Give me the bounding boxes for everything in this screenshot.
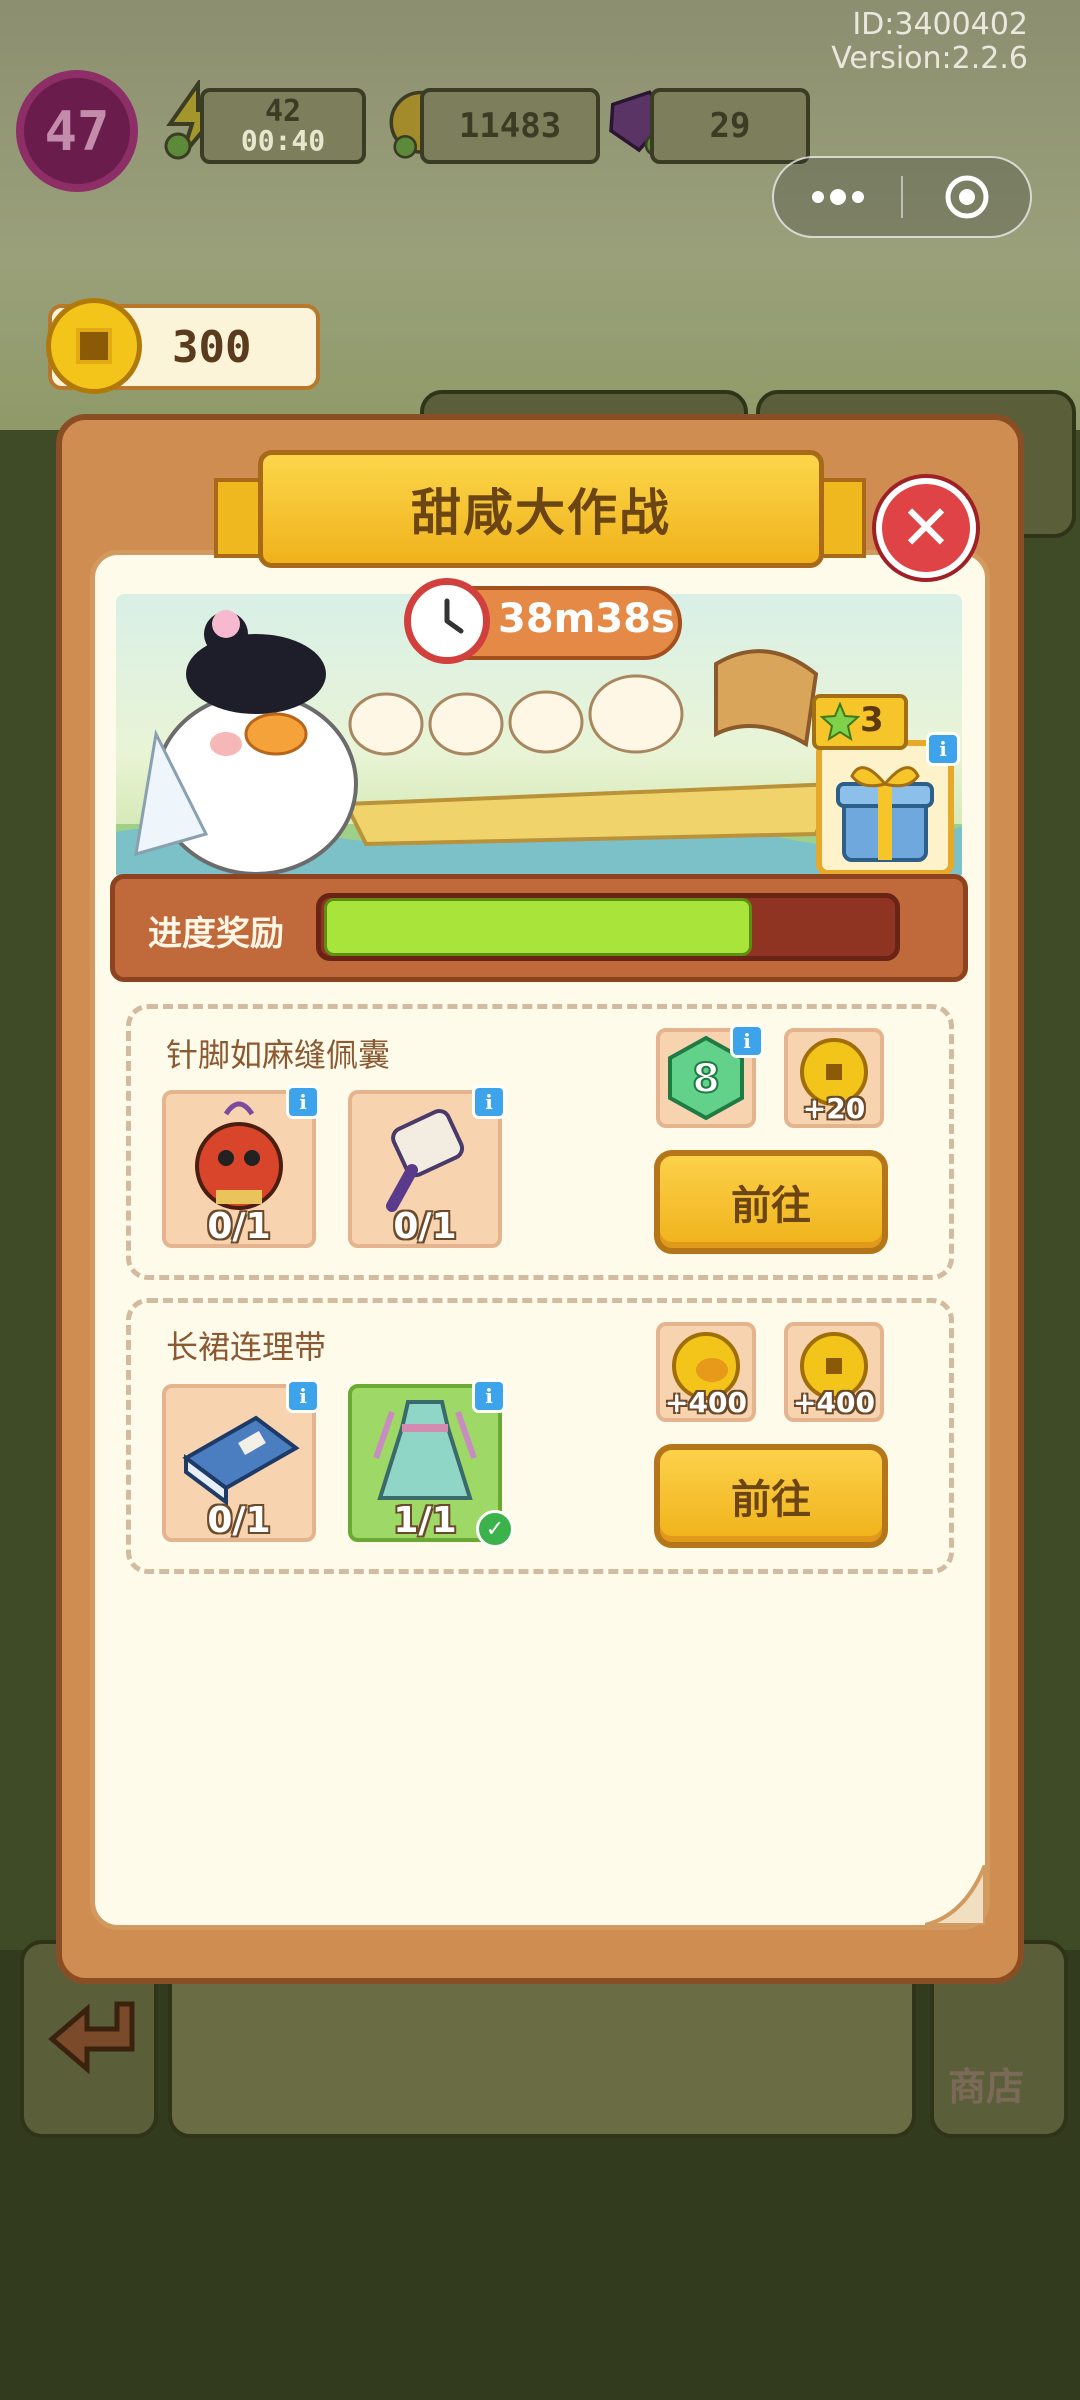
gems-box[interactable]: 29 <box>650 88 810 164</box>
info-icon[interactable]: i <box>472 1085 506 1119</box>
task-title: 针脚如麻缝佩囊 <box>166 1036 391 1074</box>
version-label: Version:2.2.6 <box>831 41 1028 76</box>
coin-counter-value: 300 <box>172 322 252 373</box>
info-icon[interactable]: i <box>730 1024 764 1058</box>
close-button[interactable]: ✕ <box>876 478 976 578</box>
info-icon[interactable]: i <box>286 1085 320 1119</box>
back-arrow-icon <box>48 2001 135 2075</box>
coins-box[interactable]: 11483 <box>420 88 600 164</box>
exit-button[interactable] <box>903 158 1030 236</box>
info-icon[interactable]: i <box>472 1379 506 1413</box>
level-number: 47 <box>44 99 110 163</box>
energy-box[interactable]: 42 00:40 <box>200 88 366 164</box>
progress-label: 进度奖励 <box>148 914 284 954</box>
target-circle-icon <box>945 175 988 219</box>
clock-hands <box>444 598 464 634</box>
item-count: 0/1 <box>393 1206 457 1247</box>
title-ribbon: 甜咸大作战 <box>258 450 824 568</box>
star-count: 3 <box>860 700 884 740</box>
energy-timer: 00:40 <box>240 124 326 157</box>
energy-value: 42 <box>264 94 302 129</box>
miniprogram-capsule <box>772 156 1032 238</box>
close-icon: ✕ <box>900 491 952 564</box>
star-icon <box>820 702 860 742</box>
go-button[interactable]: 前往 <box>654 1444 888 1548</box>
build-info: ID:3400402 Version:2.2.6 <box>831 8 1028 76</box>
modal-title: 甜咸大作战 <box>411 484 671 542</box>
reward-amount: +400 <box>665 1386 747 1419</box>
info-icon[interactable]: i <box>926 732 960 766</box>
task-title: 长裙连理带 <box>166 1328 327 1366</box>
clock-icon <box>404 578 490 664</box>
user-id: ID:3400402 <box>852 7 1028 42</box>
item-count: 0/1 <box>207 1500 271 1541</box>
go-button[interactable]: 前往 <box>654 1150 888 1254</box>
go-button-label: 前往 <box>731 1477 811 1523</box>
more-dots-icon <box>811 189 864 205</box>
level-badge[interactable]: 47 <box>16 70 138 192</box>
gems-value: 29 <box>709 106 751 146</box>
paper-curl <box>925 1865 985 1925</box>
check-icon: ✓ <box>476 1510 514 1548</box>
copper-coin-icon <box>46 298 142 394</box>
event-timer: 38m38s <box>498 596 675 642</box>
go-button-label: 前往 <box>731 1183 811 1229</box>
more-button[interactable] <box>774 158 901 236</box>
progress-fill <box>324 898 752 956</box>
svg-text:8: 8 <box>692 1056 720 1102</box>
reward-amount: +20 <box>802 1092 866 1125</box>
reward-amount: +400 <box>793 1386 875 1419</box>
item-count: 0/1 <box>207 1206 271 1247</box>
coins-value: 11483 <box>458 106 562 146</box>
info-icon[interactable]: i <box>286 1379 320 1413</box>
shop-label: 商店 <box>948 2065 1025 2109</box>
